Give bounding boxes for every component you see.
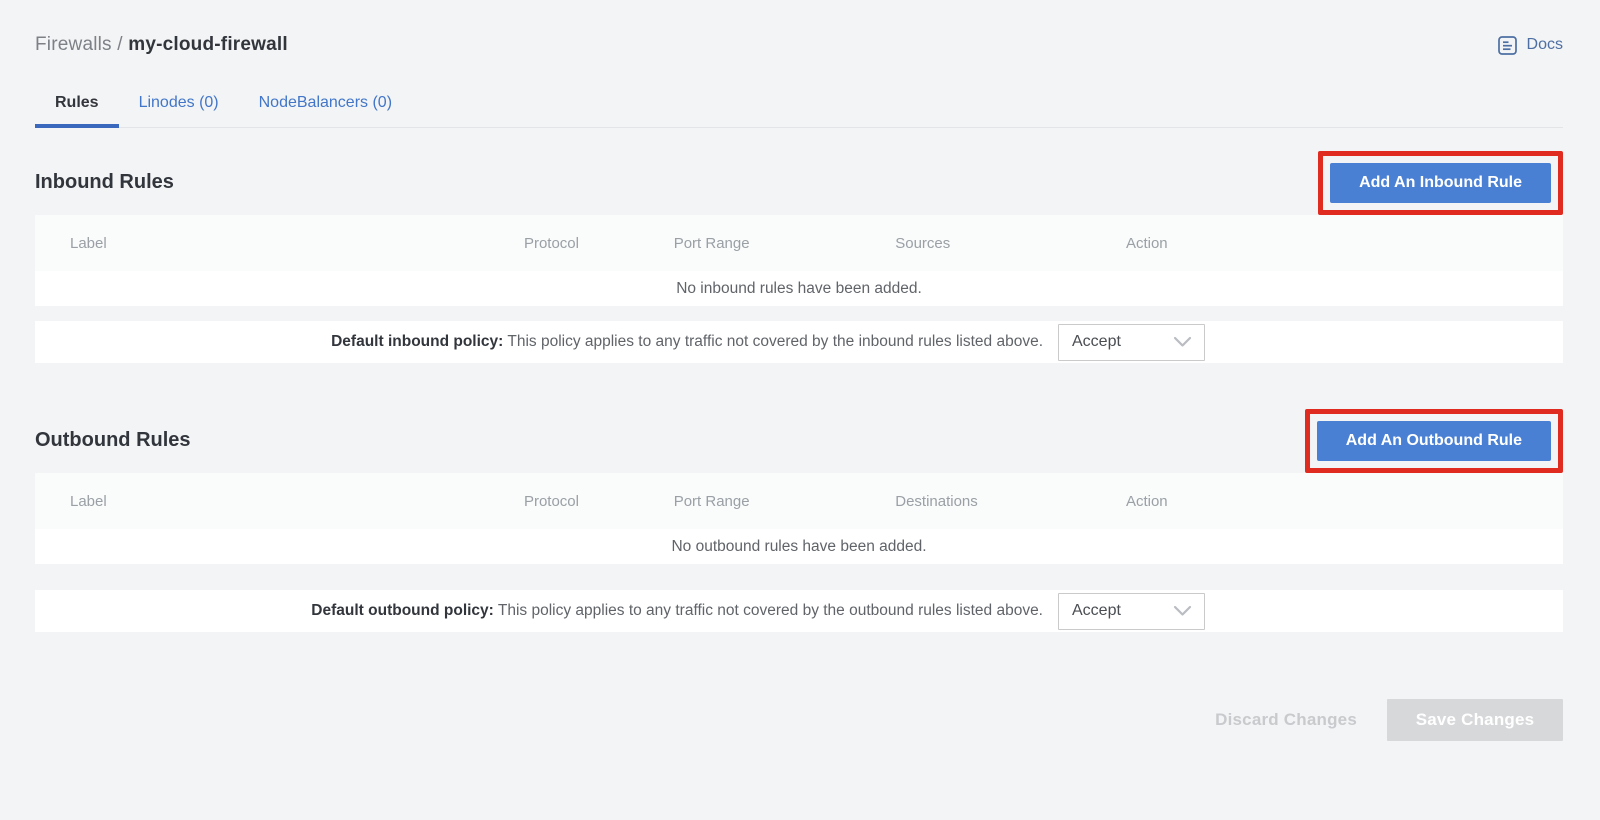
- inbound-policy-text: Default inbound policy: This policy appl…: [35, 333, 1043, 351]
- add-inbound-rule-button[interactable]: Add An Inbound Rule: [1330, 163, 1551, 203]
- footer-actions: Discard Changes Save Changes: [35, 699, 1563, 741]
- inbound-policy-label: Default inbound policy:: [331, 333, 503, 350]
- inbound-column-label: Label: [35, 235, 524, 252]
- breadcrumb: Firewalls / my-cloud-firewall: [35, 34, 288, 56]
- outbound-policy-description: This policy applies to any traffic not c…: [498, 602, 1043, 619]
- outbound-section-header: Outbound Rules Add An Outbound Rule: [35, 408, 1563, 473]
- save-changes-button[interactable]: Save Changes: [1387, 699, 1563, 741]
- outbound-policy-selected-value: Accept: [1072, 602, 1121, 620]
- inbound-policy-selected-value: Accept: [1072, 333, 1121, 351]
- outbound-policy-label: Default outbound policy:: [311, 602, 494, 619]
- inbound-rules-heading: Inbound Rules: [35, 171, 174, 194]
- inbound-column-port-range: Port Range: [674, 235, 896, 252]
- outbound-column-destinations: Destinations: [895, 493, 1126, 510]
- discard-changes-button[interactable]: Discard Changes: [1215, 710, 1357, 730]
- breadcrumb-current-firewall: my-cloud-firewall: [128, 34, 288, 55]
- inbound-policy-select[interactable]: Accept: [1058, 324, 1205, 361]
- breadcrumb-firewalls-link[interactable]: Firewalls: [35, 34, 112, 55]
- inbound-policy-description: This policy applies to any traffic not c…: [507, 333, 1043, 350]
- chevron-down-icon: [1173, 605, 1192, 617]
- document-icon: [1497, 35, 1518, 56]
- outbound-column-port-range: Port Range: [674, 493, 896, 510]
- outbound-table-header: Label Protocol Port Range Destinations A…: [35, 473, 1563, 529]
- outbound-policy-text: Default outbound policy: This policy app…: [35, 602, 1043, 620]
- outbound-column-protocol: Protocol: [524, 493, 674, 510]
- outbound-policy-select[interactable]: Accept: [1058, 593, 1205, 630]
- inbound-column-sources: Sources: [895, 235, 1126, 252]
- outbound-column-label: Label: [35, 493, 524, 510]
- outbound-annotation-highlight: Add An Outbound Rule: [1305, 409, 1563, 473]
- outbound-column-action: Action: [1126, 493, 1563, 510]
- page-header: Firewalls / my-cloud-firewall Docs: [35, 27, 1563, 63]
- inbound-annotation-highlight: Add An Inbound Rule: [1318, 151, 1563, 215]
- add-outbound-rule-button[interactable]: Add An Outbound Rule: [1317, 421, 1551, 461]
- tab-bar: Rules Linodes (0) NodeBalancers (0): [35, 78, 1563, 128]
- inbound-table-header: Label Protocol Port Range Sources Action: [35, 215, 1563, 271]
- tab-linodes[interactable]: Linodes (0): [119, 78, 239, 127]
- outbound-policy-row: Default outbound policy: This policy app…: [35, 590, 1563, 632]
- docs-link[interactable]: Docs: [1497, 35, 1563, 56]
- inbound-empty-row: No inbound rules have been added.: [35, 271, 1563, 306]
- outbound-rules-heading: Outbound Rules: [35, 429, 191, 452]
- chevron-down-icon: [1173, 336, 1192, 348]
- tab-nodebalancers[interactable]: NodeBalancers (0): [239, 78, 412, 127]
- breadcrumb-separator: /: [117, 34, 128, 55]
- inbound-policy-row: Default inbound policy: This policy appl…: [35, 321, 1563, 363]
- outbound-empty-row: No outbound rules have been added.: [35, 529, 1563, 564]
- inbound-empty-message: No inbound rules have been added.: [676, 280, 922, 298]
- inbound-column-protocol: Protocol: [524, 235, 674, 252]
- outbound-empty-message: No outbound rules have been added.: [671, 538, 926, 556]
- firewall-detail-page: Firewalls / my-cloud-firewall Docs Rules…: [0, 27, 1600, 741]
- inbound-column-action: Action: [1126, 235, 1563, 252]
- docs-link-label: Docs: [1527, 36, 1563, 54]
- tab-rules[interactable]: Rules: [35, 78, 119, 127]
- inbound-section-header: Inbound Rules Add An Inbound Rule: [35, 150, 1563, 215]
